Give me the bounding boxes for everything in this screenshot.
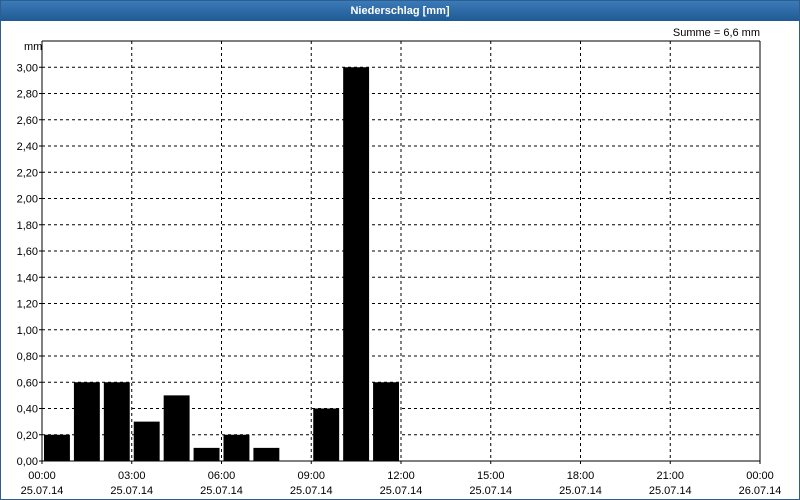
x-tick-date: 26.07.14 — [739, 485, 782, 497]
x-tick-date: 25.07.14 — [21, 485, 64, 497]
y-tick-label: 2,40 — [17, 141, 38, 153]
y-unit-label: mm — [24, 41, 42, 53]
x-tick-date: 25.07.14 — [559, 485, 602, 497]
x-tick-time: 09:00 — [297, 470, 325, 482]
x-tick-date: 25.07.14 — [110, 485, 153, 497]
grid — [42, 41, 760, 461]
sum-label: Summe = 6,6 mm — [673, 27, 760, 39]
x-tick-time: 15:00 — [477, 470, 505, 482]
y-tick-label: 0,20 — [17, 430, 38, 442]
bar — [373, 382, 399, 461]
y-tick-label: 1,40 — [17, 272, 38, 284]
x-tick-date: 25.07.14 — [200, 485, 243, 497]
y-tick-label: 3,00 — [17, 62, 38, 74]
bar — [133, 421, 160, 461]
y-tick-label: 0,60 — [17, 377, 38, 389]
y-tick-label: 0,00 — [17, 456, 38, 468]
y-tick-label: 0,80 — [17, 351, 38, 363]
y-tick-label: 2,80 — [17, 89, 38, 101]
x-tick-labels: 00:00 25.07.14 03:00 25.07.14 06:00 25.07.14 0… — [21, 470, 782, 497]
bar — [163, 395, 190, 461]
precipitation-chart: mm Summe = 6,6 mm 0,00 0,20 0,40 0,60 0,80 1,… — [17, 27, 782, 497]
x-tick-time: 12:00 — [387, 470, 415, 482]
y-tick-labels: 0,00 0,20 0,40 0,60 0,80 1,00 1,20 1,40 1,60 1,80… — [17, 62, 38, 468]
y-tick-label: 2,20 — [17, 167, 38, 179]
bar — [223, 434, 250, 461]
x-tick-time: 00:00 — [28, 470, 56, 482]
y-tick-label: 1,20 — [17, 299, 38, 311]
x-tick-time: 00:00 — [746, 470, 774, 482]
x-tick-date: 25.07.14 — [380, 485, 423, 497]
y-tick-label: 2,00 — [17, 194, 38, 206]
axes — [39, 40, 761, 464]
x-tick-date: 25.07.14 — [649, 485, 692, 497]
x-tick-time: 06:00 — [208, 470, 236, 482]
x-tick-date: 25.07.14 — [469, 485, 512, 497]
x-tick-date: 25.07.14 — [290, 485, 333, 497]
x-tick-time: 21:00 — [656, 470, 684, 482]
bar — [103, 382, 130, 461]
y-tick-label: 2,60 — [17, 115, 38, 127]
bar — [253, 447, 280, 461]
y-tick-label: 1,60 — [17, 246, 38, 258]
bar — [73, 382, 100, 461]
bar — [193, 447, 220, 461]
y-tick-label: 1,00 — [17, 325, 38, 337]
y-tick-label: 1,80 — [17, 220, 38, 232]
bar — [343, 67, 370, 461]
x-tick-time: 18:00 — [567, 470, 595, 482]
x-tick-time: 03:00 — [118, 470, 146, 482]
bar — [313, 408, 340, 461]
y-tick-label: 0,40 — [17, 404, 38, 416]
bar — [44, 434, 70, 461]
